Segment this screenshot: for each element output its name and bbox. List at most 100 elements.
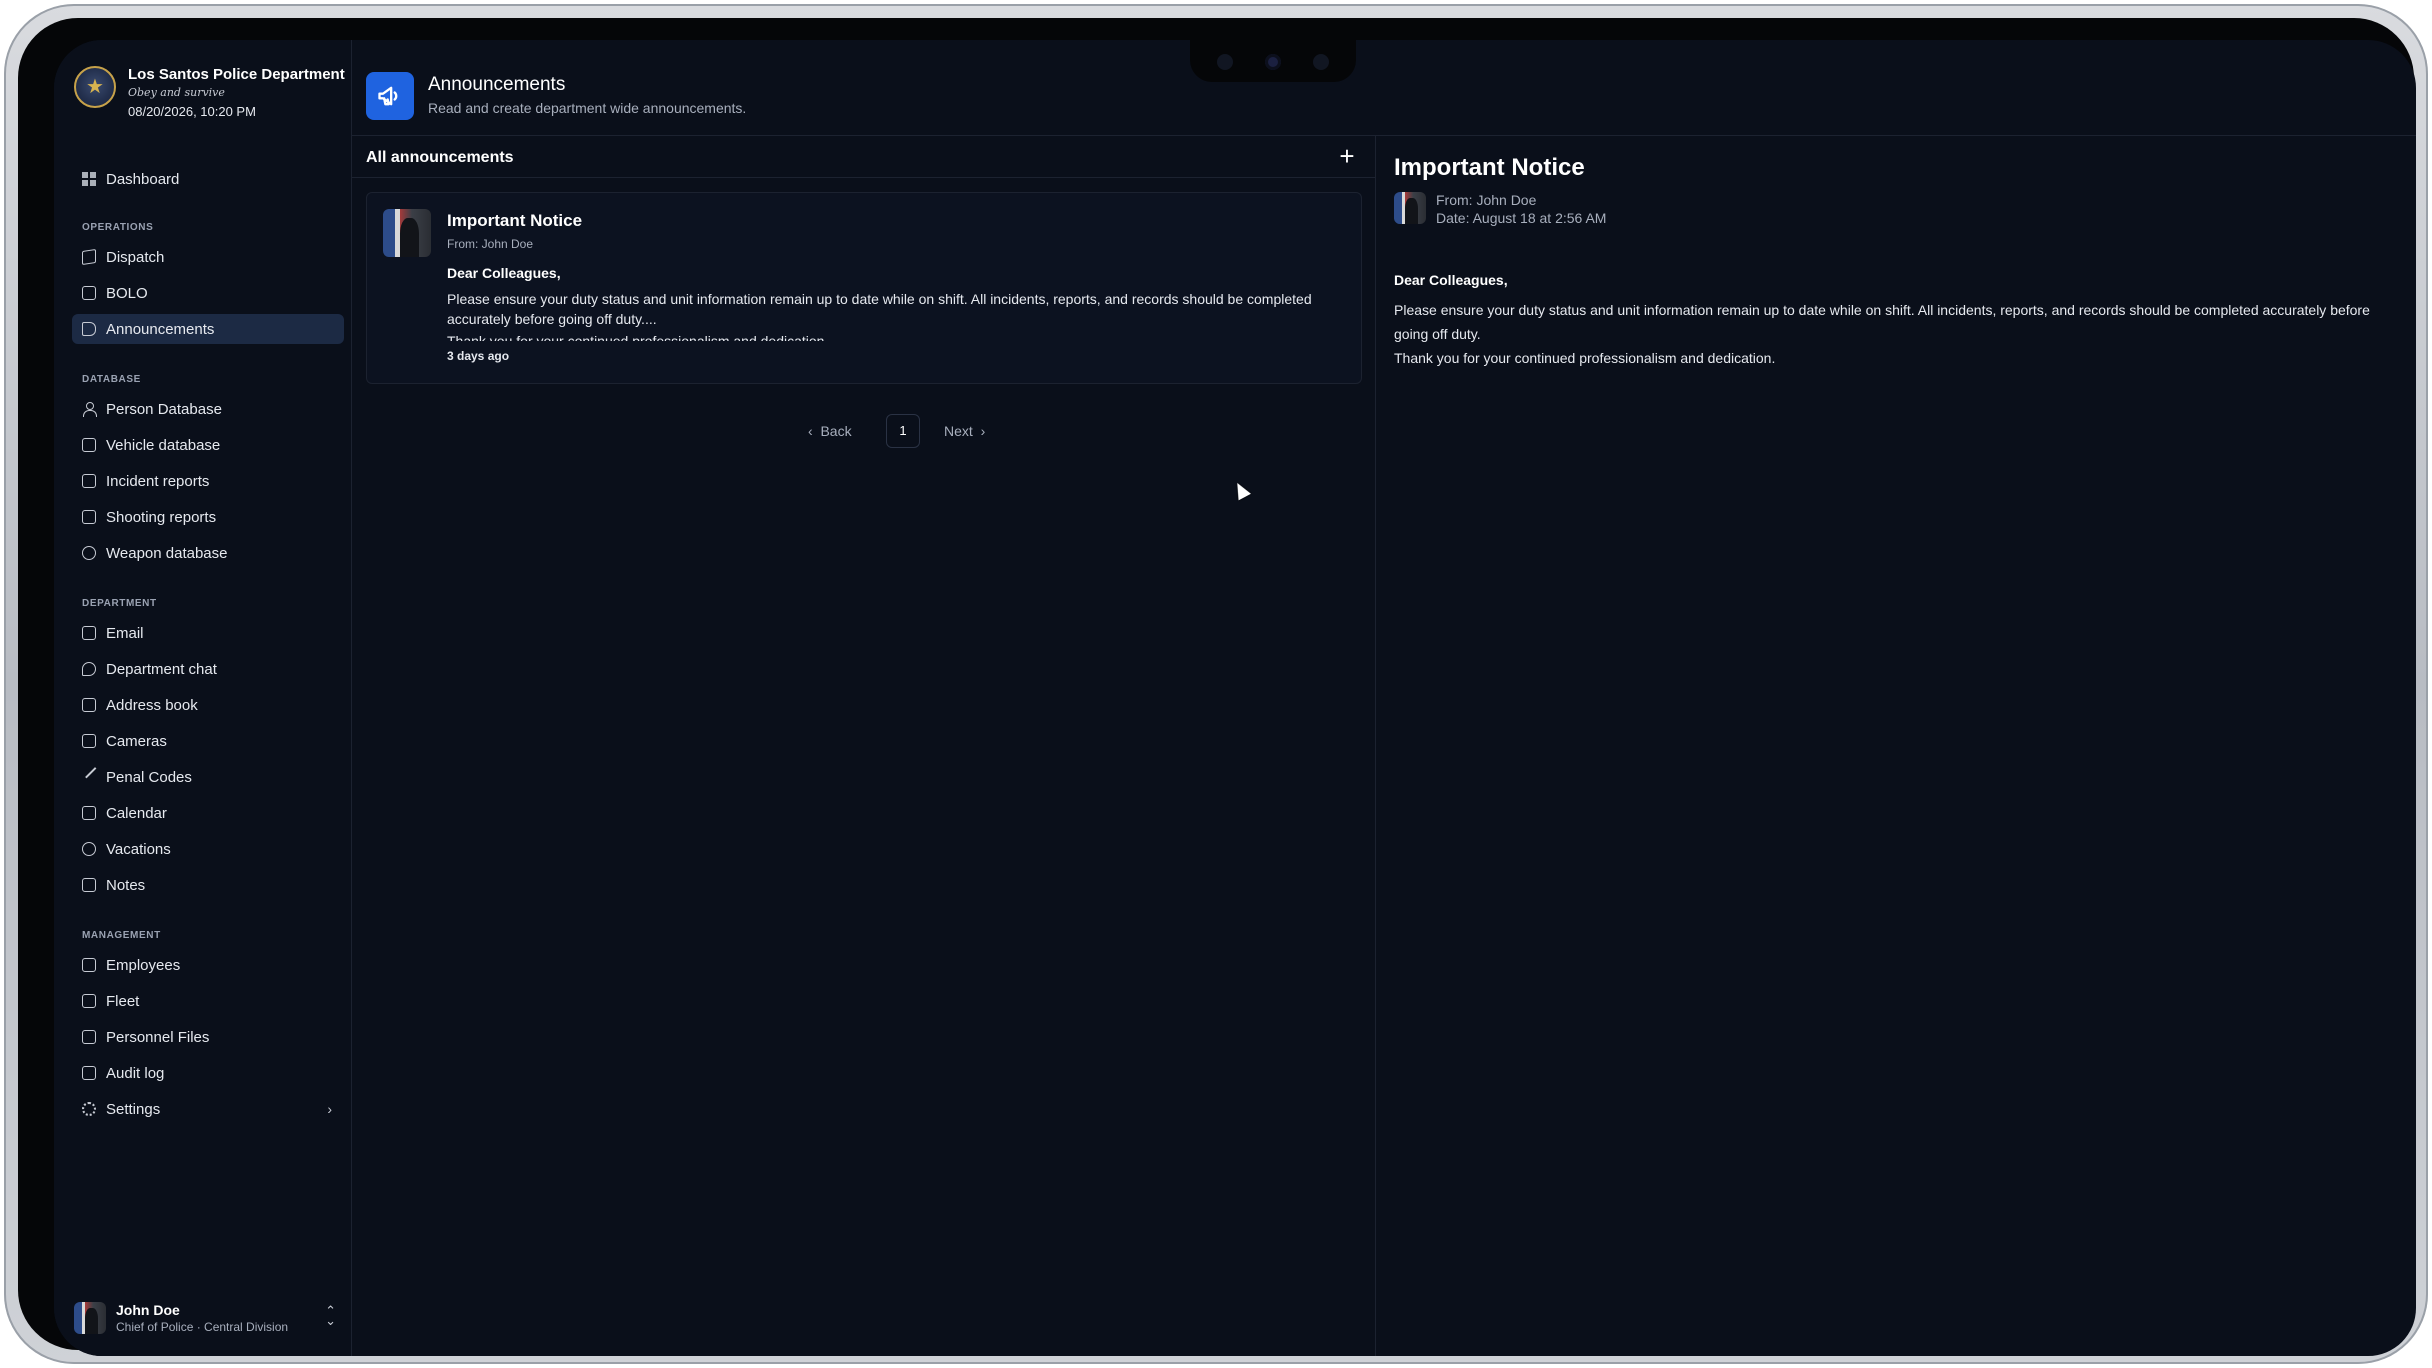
department-badge-icon	[74, 66, 116, 108]
pagination: ‹ Back 1 Next ›	[352, 414, 1376, 450]
pagination-page-1[interactable]: 1	[886, 414, 920, 448]
pagination-next-button[interactable]: Next ›	[944, 423, 985, 439]
megaphone-icon	[82, 322, 96, 336]
section-database: DATABASE	[82, 374, 141, 385]
sidebar-item-email[interactable]: Email	[72, 618, 344, 648]
detail-greeting: Dear Colleagues,	[1394, 272, 1508, 288]
announcement-card[interactable]: Important Notice From: John Doe Dear Col…	[366, 192, 1362, 384]
detail-date: Date: August 18 at 2:56 AM	[1436, 210, 1607, 226]
user-icon	[82, 402, 97, 417]
sidebar-item-fleet[interactable]: Fleet	[72, 986, 344, 1016]
user-role: Chief of Police · Central Division	[116, 1320, 289, 1334]
sidebar-item-label: Vehicle database	[106, 436, 221, 454]
file-icon	[82, 1030, 96, 1044]
sidebar-item-label: Shooting reports	[106, 508, 217, 526]
pagination-back-button[interactable]: ‹ Back	[808, 423, 852, 439]
sidebar-item-settings[interactable]: Settings ›	[72, 1094, 344, 1124]
list-title: All announcements	[366, 149, 514, 166]
chevron-right-icon: ›	[327, 1101, 332, 1117]
calendar-icon	[82, 806, 96, 820]
sidebar-item-shooting-reports[interactable]: Shooting reports	[72, 502, 344, 532]
sidebar-item-label: Calendar	[106, 804, 167, 822]
grid-icon	[82, 172, 96, 186]
detail-title: Important Notice	[1394, 154, 1585, 181]
sidebar-item-audit-log[interactable]: Audit log	[72, 1058, 344, 1088]
sidebar-item-person-database[interactable]: Person Database	[72, 394, 344, 424]
car-icon	[82, 994, 96, 1008]
announcement-title: Important Notice	[447, 211, 583, 230]
log-icon	[82, 1066, 96, 1080]
sidebar-item-label: Cameras	[106, 732, 167, 750]
brand[interactable]: Los Santos Police Department Obey and su…	[74, 64, 345, 124]
sidebar-item-label: Notes	[106, 876, 146, 894]
announcement-time: 3 days ago	[447, 349, 510, 363]
sidebar-item-calendar[interactable]: Calendar	[72, 798, 344, 828]
sidebar-item-label: Announcements	[106, 320, 215, 338]
sidebar-item-label: Employees	[106, 956, 181, 974]
brand-name: Los Santos Police Department	[128, 66, 345, 83]
page-header: Announcements Read and create department…	[352, 40, 2416, 136]
sidebar-item-label: Department chat	[106, 660, 217, 678]
book-icon	[82, 286, 96, 300]
sidebar-item-vehicle-database[interactable]: Vehicle database	[72, 430, 344, 460]
mail-icon	[82, 626, 96, 640]
sidebar-item-department-chat[interactable]: Department chat	[72, 654, 344, 684]
gear-icon	[82, 1102, 96, 1116]
detail-body: Please ensure your duty status and unit …	[1394, 302, 2370, 342]
sidebar-item-label: Person Database	[106, 400, 222, 418]
user-menu[interactable]: John Doe Chief of Police · Central Divis…	[74, 1298, 344, 1338]
sidebar-item-label: Personnel Files	[106, 1028, 210, 1046]
camera-notch	[1190, 40, 1356, 82]
sidebar-item-employees[interactable]: Employees	[72, 950, 344, 980]
user-name: John Doe	[116, 1302, 180, 1318]
camera-icon	[1265, 54, 1281, 70]
back-label: Back	[820, 423, 852, 439]
plane-icon	[82, 842, 96, 856]
sidebar-item-vacations[interactable]: Vacations	[72, 834, 344, 864]
sidebar-item-label: Dispatch	[106, 248, 165, 266]
announcement-detail-pane: Important Notice From: John Doe Date: Au…	[1376, 136, 2416, 1356]
sidebar-item-cameras[interactable]: Cameras	[72, 726, 344, 756]
list-header: All announcements +	[352, 136, 1376, 178]
video-icon	[82, 734, 96, 748]
next-label: Next	[944, 423, 973, 439]
sidebar-item-label: BOLO	[106, 284, 148, 302]
book-icon	[82, 698, 96, 712]
sidebar-item-label: Weapon database	[106, 544, 228, 562]
tablet-bezel: Los Santos Police Department Obey and su…	[18, 18, 2416, 1356]
sidebar-item-dashboard[interactable]: Dashboard	[72, 164, 344, 194]
sidebar: Los Santos Police Department Obey and su…	[54, 40, 352, 1356]
chevrons-up-down-icon[interactable]: ⌃ ⌄	[325, 1304, 336, 1327]
sidebar-item-incident-reports[interactable]: Incident reports	[72, 466, 344, 496]
announcements-list-pane: All announcements + Important Notice Fro…	[352, 136, 1376, 1356]
file-icon	[82, 474, 96, 488]
app-screen: Los Santos Police Department Obey and su…	[54, 40, 2416, 1356]
avatar	[383, 209, 431, 257]
sensor-icon	[1313, 54, 1329, 70]
megaphone-icon	[366, 72, 414, 120]
gavel-icon	[85, 767, 105, 787]
sidebar-item-announcements[interactable]: Announcements	[72, 314, 344, 344]
note-icon	[82, 878, 96, 892]
sidebar-item-label: Penal Codes	[106, 768, 192, 786]
avatar	[1394, 192, 1426, 224]
car-icon	[82, 438, 96, 452]
sidebar-item-dispatch[interactable]: Dispatch	[72, 242, 344, 272]
sidebar-item-bolo[interactable]: BOLO	[72, 278, 344, 308]
sidebar-item-penal-codes[interactable]: Penal Codes	[72, 762, 344, 792]
sensor-icon	[1217, 54, 1233, 70]
announcement-greeting: Dear Colleagues,	[447, 265, 561, 281]
sidebar-item-personnel-files[interactable]: Personnel Files	[72, 1022, 344, 1052]
add-announcement-button[interactable]: +	[1332, 142, 1362, 172]
sidebar-item-label: Dashboard	[106, 170, 180, 188]
sidebar-item-notes[interactable]: Notes	[72, 870, 344, 900]
avatar	[74, 1302, 106, 1334]
sidebar-item-weapon-database[interactable]: Weapon database	[72, 538, 344, 568]
chat-icon	[82, 662, 96, 676]
page-subtitle: Read and create department wide announce…	[428, 100, 747, 116]
sidebar-item-label: Vacations	[106, 840, 171, 858]
sidebar-item-address-book[interactable]: Address book	[72, 690, 344, 720]
current-datetime: 08/20/2026, 10:20 PM	[128, 104, 256, 119]
file-icon	[82, 510, 96, 524]
announcement-author: From: John Doe	[447, 237, 534, 251]
